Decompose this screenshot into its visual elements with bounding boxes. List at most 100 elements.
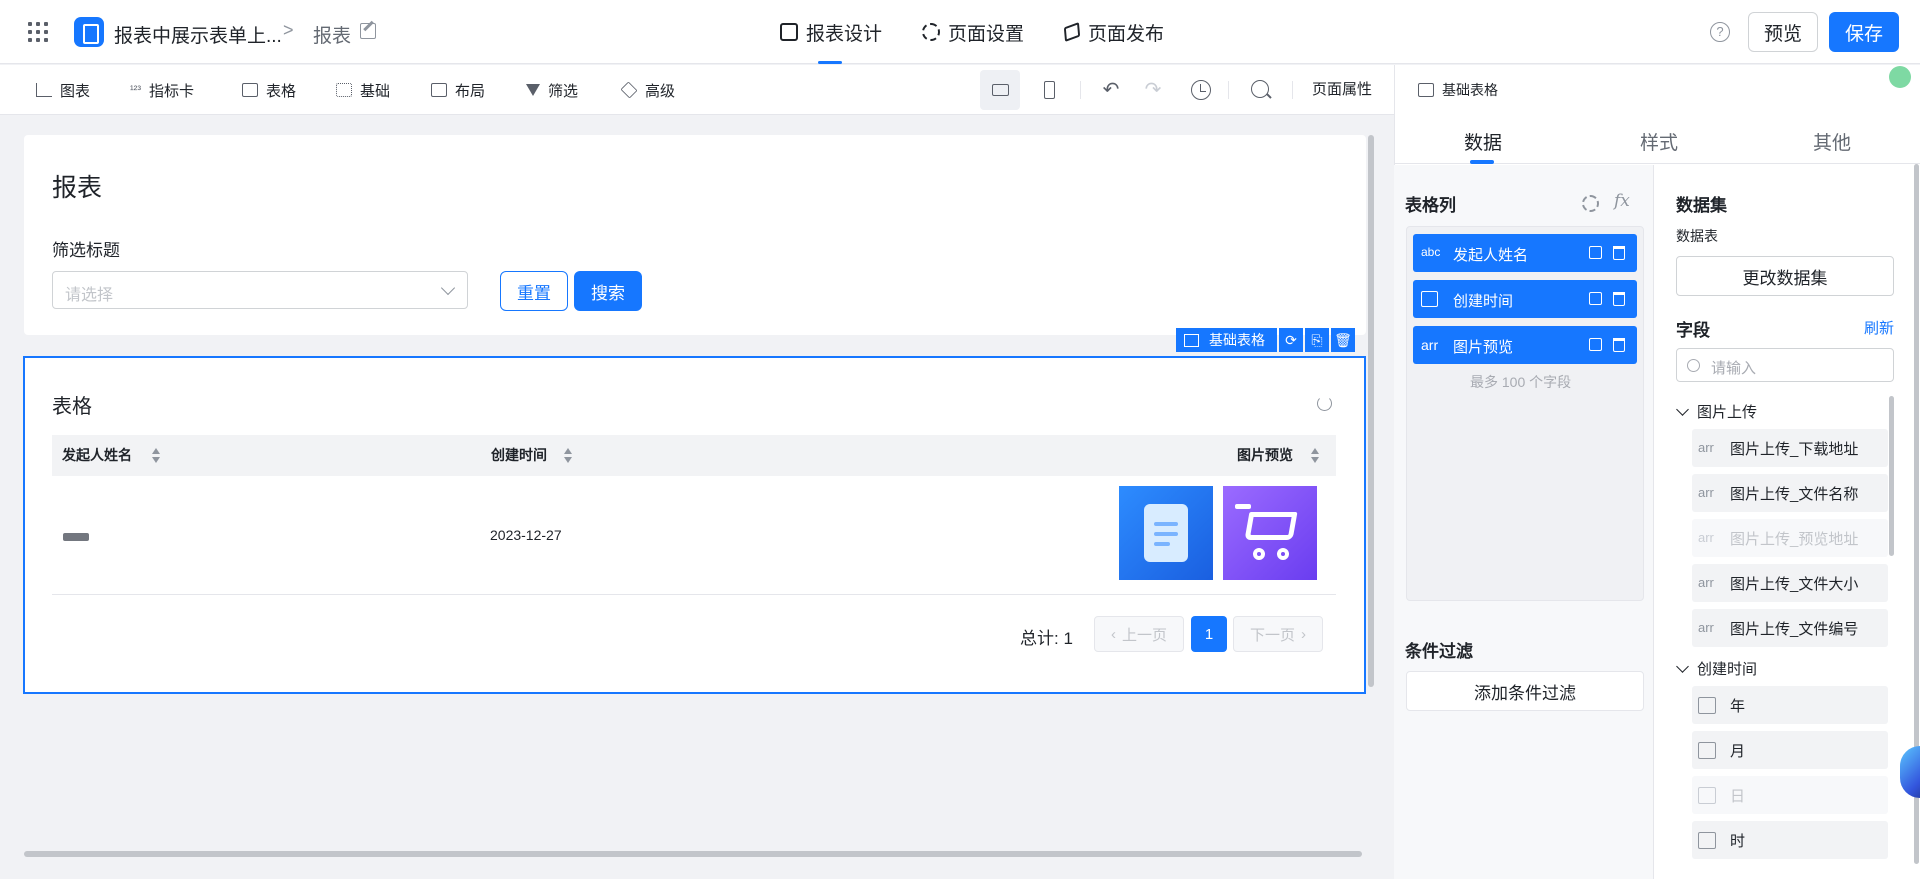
table-cell-date: 2023-12-27: [490, 527, 562, 543]
tab-label: 报表设计: [806, 23, 883, 45]
app-title[interactable]: 报表中展示表单上...: [114, 21, 282, 48]
type-label: arr: [1698, 485, 1714, 500]
field-item[interactable]: 年: [1692, 686, 1888, 724]
field-item[interactable]: arr 图片上传_文件名称: [1692, 474, 1888, 512]
field-item[interactable]: 时: [1692, 821, 1888, 859]
next-page-button[interactable]: 下一页 ›: [1233, 616, 1323, 652]
column-name: 发起人姓名: [1453, 247, 1529, 264]
delete-icon[interactable]: [1613, 246, 1625, 260]
column-item[interactable]: arr 图片预览: [1413, 326, 1637, 364]
edit-icon[interactable]: [1589, 338, 1602, 351]
page-properties-button[interactable]: 页面属性: [1312, 65, 1372, 115]
toolbar-basic[interactable]: 基础: [336, 65, 390, 115]
field-item[interactable]: arr 图片上传_文件大小: [1692, 564, 1888, 602]
field-group-created-time[interactable]: 创建时间: [1676, 658, 1757, 679]
refresh-component-icon[interactable]: ⟳: [1279, 328, 1303, 352]
calendar-icon: [1421, 291, 1438, 307]
tab-style[interactable]: 样式: [1640, 128, 1678, 155]
condition-filter-title: 条件过滤: [1405, 642, 1473, 661]
field-item-disabled: 日: [1692, 776, 1888, 814]
field-name: 日: [1730, 788, 1746, 805]
type-label: arr: [1698, 530, 1714, 545]
change-dataset-button[interactable]: 更改数据集: [1676, 256, 1894, 296]
field-group-image-upload[interactable]: 图片上传: [1676, 401, 1757, 422]
image-preview-cart[interactable]: [1223, 486, 1317, 580]
field-name: 时: [1730, 833, 1746, 850]
sort-icon[interactable]: [1311, 448, 1319, 464]
desktop-view-button[interactable]: [980, 70, 1020, 110]
undo-icon[interactable]: ↶: [1101, 80, 1121, 100]
selected-component-label[interactable]: 基础表格: [1176, 328, 1277, 352]
history-icon[interactable]: [1191, 80, 1211, 100]
sort-icon[interactable]: [152, 448, 160, 464]
refresh-fields-link[interactable]: 刷新: [1864, 317, 1894, 338]
edit-icon[interactable]: [1589, 292, 1602, 305]
toolbar-chart[interactable]: 图表: [36, 65, 90, 115]
preview-button[interactable]: 预览: [1748, 12, 1818, 52]
delete-component-icon[interactable]: 🗑: [1331, 328, 1355, 352]
search-icon[interactable]: [1251, 80, 1269, 98]
number-icon: ¹²³: [130, 84, 141, 96]
page-number-button[interactable]: 1: [1191, 616, 1227, 652]
field-search-input[interactable]: 请输入: [1676, 348, 1894, 382]
mobile-view-button[interactable]: [1029, 70, 1069, 110]
filter-label: 筛选标题: [52, 241, 120, 260]
gear-icon[interactable]: [1582, 195, 1599, 212]
edit-name-icon[interactable]: [360, 23, 376, 39]
toolbar-table[interactable]: 表格: [242, 65, 296, 115]
add-condition-filter-button[interactable]: 添加条件过滤: [1406, 671, 1644, 711]
tab-page-publish[interactable]: 页面发布: [1063, 0, 1164, 64]
table-cell-name: [63, 533, 89, 541]
toolbar-metric-card[interactable]: ¹²³ 指标卡: [130, 65, 194, 115]
delete-icon[interactable]: [1613, 292, 1625, 306]
field-item[interactable]: arr 图片上传_文件编号: [1692, 609, 1888, 647]
delete-icon[interactable]: [1613, 338, 1625, 352]
refresh-icon[interactable]: [1317, 396, 1332, 411]
toolbar-label: 基础: [360, 82, 391, 100]
edit-icon[interactable]: [1589, 246, 1602, 259]
column-header[interactable]: 图片预览: [1237, 435, 1293, 476]
dataset-subtitle: 数据表: [1676, 228, 1718, 244]
panel-tab-indicator: [1470, 160, 1494, 164]
image-preview-document[interactable]: [1119, 486, 1213, 580]
help-icon[interactable]: ?: [1710, 22, 1730, 42]
formula-icon[interactable]: fx: [1614, 191, 1630, 211]
search-button[interactable]: 搜索: [574, 271, 642, 311]
column-header[interactable]: 发起人姓名: [62, 435, 132, 476]
field-group-name: 创建时间: [1697, 661, 1758, 678]
desktop-icon: [992, 84, 1009, 96]
column-item[interactable]: 创建时间: [1413, 280, 1637, 318]
selected-component-tag: 基础表格 ⟳ ⎘ 🗑: [1176, 328, 1355, 352]
report-design-icon: [780, 23, 798, 41]
tab-other[interactable]: 其他: [1813, 128, 1851, 155]
app-grid-icon[interactable]: [28, 22, 48, 42]
filter-select[interactable]: 请选择: [52, 271, 468, 309]
prev-page-button[interactable]: ‹ 上一页: [1094, 616, 1184, 652]
toolbar-layout[interactable]: 布局: [431, 65, 485, 115]
canvas-vertical-scrollbar[interactable]: [1368, 135, 1374, 687]
canvas-horizontal-scrollbar[interactable]: [24, 851, 1362, 857]
field-name: 图片上传_文件名称: [1730, 486, 1859, 503]
tab-report-design[interactable]: 报表设计: [780, 0, 882, 64]
mobile-icon: [1044, 81, 1055, 99]
document-icon: [1144, 504, 1188, 562]
toolbar-advanced[interactable]: 高级: [620, 65, 675, 115]
tab-page-settings[interactable]: 页面设置: [922, 0, 1024, 64]
chevron-left-icon: ‹: [1110, 625, 1116, 643]
redo-icon[interactable]: ↷: [1143, 80, 1163, 100]
table-icon: [242, 83, 258, 97]
dataset-title: 数据集: [1676, 196, 1727, 215]
column-item[interactable]: abc 发起人姓名: [1413, 234, 1637, 272]
tab-data[interactable]: 数据: [1464, 128, 1502, 155]
copy-component-icon[interactable]: ⎘: [1305, 328, 1329, 352]
sort-icon[interactable]: [564, 448, 572, 464]
fields-scrollbar[interactable]: [1889, 396, 1894, 556]
column-name: 创建时间: [1453, 293, 1514, 310]
field-item[interactable]: 月: [1692, 731, 1888, 769]
field-item[interactable]: arr 图片上传_下载地址: [1692, 429, 1888, 467]
reset-button[interactable]: 重置: [500, 271, 568, 311]
save-button[interactable]: 保存: [1829, 12, 1899, 52]
column-header[interactable]: 创建时间: [491, 435, 547, 476]
pagination-total: 总计: 1: [1020, 629, 1073, 648]
toolbar-filter[interactable]: 筛选: [526, 65, 578, 115]
